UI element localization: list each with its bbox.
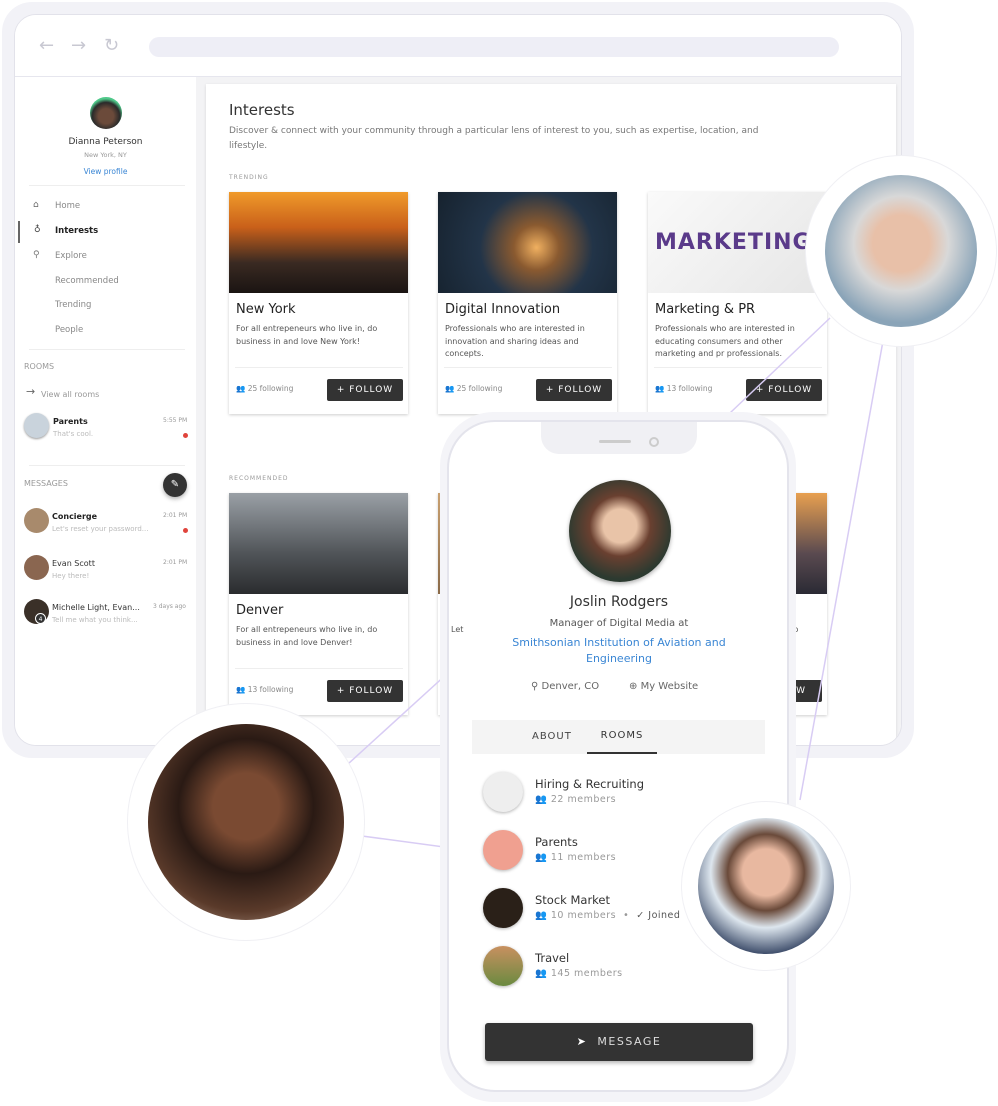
people-icon: 👥 — [535, 852, 548, 863]
message-button[interactable]: ➤ MESSAGE — [485, 1023, 753, 1061]
tab-about[interactable]: ABOUT — [532, 731, 572, 742]
room-name: Parents — [535, 835, 578, 849]
room-name: Travel — [535, 951, 570, 965]
profile-name: Joslin Rodgers — [569, 594, 669, 610]
room-avatar — [483, 772, 523, 812]
profile-organization-link[interactable]: Smithsonian Institution of Aviation and … — [499, 635, 739, 667]
profile-website-link[interactable]: ⊕ My Website — [629, 681, 698, 692]
globe-icon: ⊕ — [629, 681, 638, 692]
room-members: 11 members — [550, 852, 617, 863]
location-pin-icon: ⚲ — [531, 681, 539, 692]
room-list-item[interactable]: Hiring & Recruiting 👥 22 members — [483, 772, 763, 812]
profile-screen: Joslin Rodgers Manager of Digital Media … — [459, 452, 779, 1090]
room-members: 10 members — [550, 910, 617, 921]
people-icon: 👥 — [535, 968, 548, 979]
room-avatar — [483, 830, 523, 870]
profile-avatar — [569, 480, 671, 582]
avatar — [148, 724, 344, 920]
room-avatar — [483, 946, 523, 986]
room-name: Hiring & Recruiting — [535, 777, 645, 791]
send-icon: ➤ — [576, 1035, 588, 1048]
profile-role: Manager of Digital Media at — [549, 618, 689, 629]
room-members: 145 members — [550, 968, 623, 979]
avatar — [698, 818, 834, 954]
room-members: 22 members — [550, 794, 617, 805]
avatar — [825, 175, 977, 327]
people-icon: 👥 — [535, 794, 548, 805]
people-icon: 👥 — [535, 910, 548, 921]
check-icon: ✓ — [636, 910, 645, 921]
profile-location: ⚲ Denver, CO — [531, 681, 600, 692]
joined-status: ✓ Joined — [636, 910, 681, 921]
room-name: Stock Market — [535, 893, 611, 907]
tab-rooms[interactable]: ROOMS — [587, 720, 657, 754]
phone-frame: Joslin Rodgers Manager of Digital Media … — [447, 420, 789, 1092]
card-description: Let — [451, 625, 464, 634]
room-avatar — [483, 888, 523, 928]
phone-notch — [541, 422, 697, 454]
profile-tabs: ABOUT ROOMS — [472, 720, 765, 754]
